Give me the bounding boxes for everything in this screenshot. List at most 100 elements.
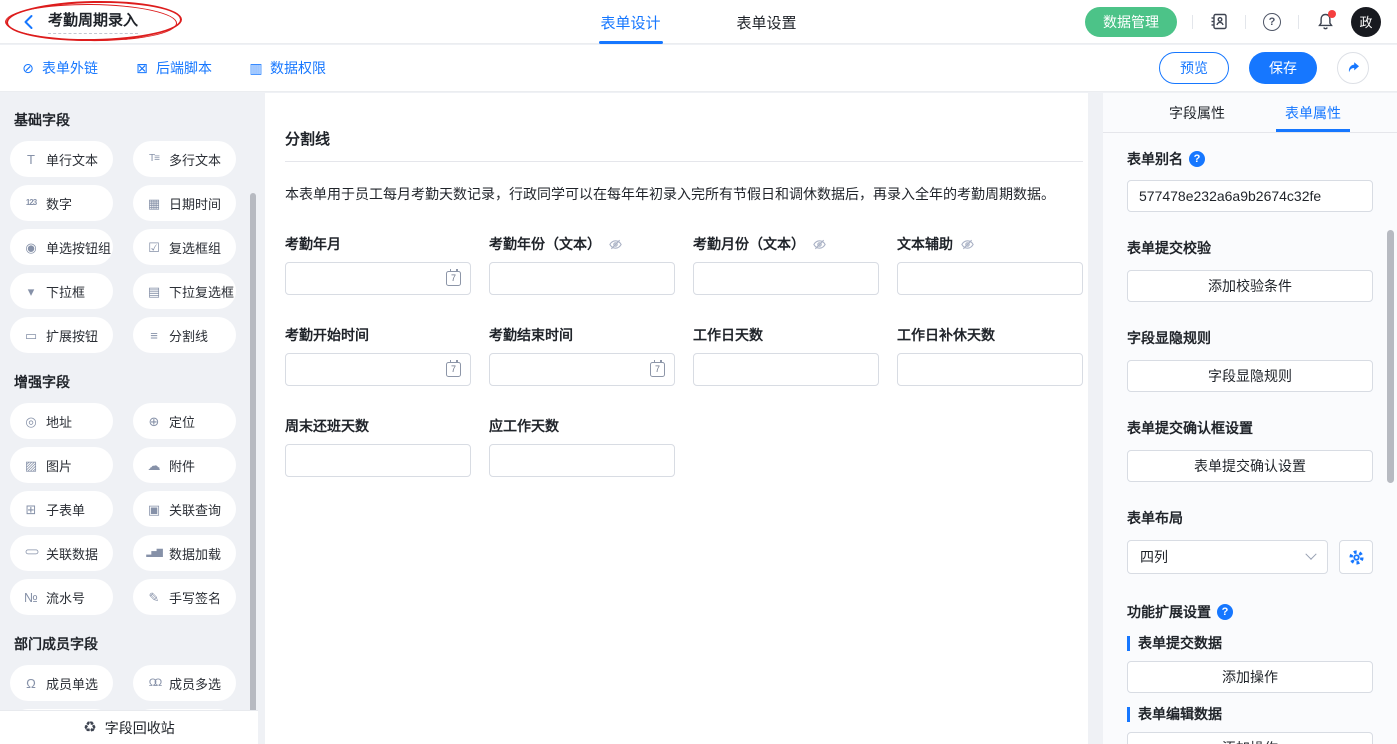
field-recycle-bin-button[interactable]: ♻ 字段回收站 — [0, 710, 258, 744]
notification-bell-icon[interactable] — [1314, 11, 1336, 33]
palette-item-signature[interactable]: ✎ 手写签名 — [133, 579, 236, 615]
palette-item-datetime[interactable]: ▦日期时间 — [133, 185, 236, 221]
ext-group-button-form-submit-data[interactable]: 添加操作 — [1127, 661, 1373, 693]
form-field-text-helper: 文本辅助 — [897, 234, 1083, 295]
toolbar-link-backend-script[interactable]: ⊠后端脚本 — [134, 58, 212, 78]
backend-script-icon: ⊠ — [134, 61, 150, 75]
toolbar-link-data-permission[interactable]: ▥数据权限 — [248, 58, 326, 78]
field-label: 工作日天数 — [693, 325, 763, 345]
secondary-toolbar: ⊘表单外链 ⊠后端脚本 ▥数据权限 预览 保存 — [0, 45, 1397, 92]
field-label-row: 应工作天数 — [489, 416, 675, 436]
extend-button-icon: ▭ — [23, 329, 39, 342]
extension-settings-label: 功能扩展设置 — [1127, 602, 1211, 622]
properties-panel: 字段属性表单属性 表单别名 ? 表单提交校验添加校验条件字段显隐规则字段显隐规则… — [1103, 93, 1397, 744]
member-multi-icon: ΩΩ — [146, 678, 162, 689]
signature-icon: ✎ — [146, 591, 162, 604]
avatar[interactable]: 政 — [1351, 7, 1381, 37]
form-alias-input[interactable] — [1127, 180, 1373, 212]
image-icon: ▨ — [23, 459, 39, 472]
divider-icon: ≡ — [146, 329, 162, 342]
toolbar-link-form-external-link[interactable]: ⊘表单外链 — [20, 58, 98, 78]
palette-item-member-multi[interactable]: ΩΩ成员多选 — [133, 665, 236, 701]
field-input-workday-compensatory-count[interactable] — [897, 353, 1083, 386]
palette-item-dropdown-multi[interactable]: ▤下拉复选框 — [133, 273, 236, 309]
palette-item-subform[interactable]: ⊞子表单 — [10, 491, 113, 527]
field-input-attendance-month-text[interactable] — [693, 262, 879, 295]
save-button[interactable]: 保存 — [1249, 52, 1317, 84]
dropdown-multi-icon: ▤ — [146, 285, 162, 298]
data-manage-button[interactable]: 数据管理 — [1085, 7, 1177, 37]
layout-settings-button[interactable] — [1339, 540, 1373, 574]
notification-dot — [1328, 10, 1336, 18]
palette-item-multi-line-text[interactable]: T≡多行文本 — [133, 141, 236, 177]
panel-button-field-visibility[interactable]: 字段显隐规则 — [1127, 360, 1373, 392]
page-title[interactable]: 考勤周期录入 — [48, 9, 138, 34]
field-input-attendance-end-time[interactable]: 7 — [489, 353, 675, 386]
palette-item-label: 成员单选 — [46, 674, 98, 693]
question-mark: ? — [1263, 13, 1281, 31]
divider — [1192, 15, 1193, 29]
form-field-workday-compensatory-count: 工作日补休天数 — [897, 325, 1083, 386]
contacts-icon[interactable] — [1208, 11, 1230, 33]
form-description[interactable]: 本表单用于员工每月考勤天数记录，行政同学可以在每年年初录入完所有节假日和调休数据… — [285, 184, 1083, 204]
palette-enhanced-fields: ◎地址 ⊕定位 ▨图片 ☁附件 ⊞子表单 ▣关联查询 ⊂⊃关联数据 ▂▅▇数据加载 №流水号 ✎ 手… — [10, 403, 258, 615]
palette-item-relation-data[interactable]: ⊂⊃关联数据 — [10, 535, 113, 571]
tab-form-design[interactable]: 表单设计 — [600, 0, 660, 44]
field-grid: 考勤年月7考勤年份（文本）考勤月份（文本）文本辅助考勤开始时间7考勤结束时间7工… — [285, 234, 1084, 507]
ext-group-button-form-edit-data[interactable]: 添加操作 — [1127, 732, 1373, 744]
section-title-member-fields: 部门成员字段 — [14, 635, 258, 653]
tab-field-props[interactable]: 字段属性 — [1169, 93, 1225, 132]
field-input-expected-workday-count[interactable] — [489, 444, 675, 477]
palette-basic-fields: T单行文本 T≡多行文本 123数字 ▦日期时间 ◉单选按钮组 ☑复选框组 ▾下拉框 ▤下拉复… — [10, 141, 258, 353]
help-icon[interactable]: ? — [1261, 11, 1283, 33]
panel-scrollbar[interactable] — [1387, 230, 1394, 483]
palette-item-single-line-text[interactable]: T单行文本 — [10, 141, 113, 177]
help-question-icon[interactable]: ? — [1189, 151, 1205, 167]
palette-item-extend-button[interactable]: ▭ 扩展按钮 — [10, 317, 113, 353]
palette-item-divider[interactable]: ≡分割线 — [133, 317, 236, 353]
palette-item-serial-number[interactable]: №流水号 — [10, 579, 113, 615]
palette-item-label: 扩展按钮 — [46, 326, 98, 345]
palette-item-dropdown[interactable]: ▾下拉框 — [10, 273, 113, 309]
preview-button[interactable]: 预览 — [1159, 52, 1229, 84]
palette-item-label: 日期时间 — [169, 194, 221, 213]
palette-item-address[interactable]: ◎地址 — [10, 403, 113, 439]
palette-item-attachment[interactable]: ☁附件 — [133, 447, 236, 483]
palette-item-locate[interactable]: ⊕定位 — [133, 403, 236, 439]
tab-form-props[interactable]: 表单属性 — [1285, 93, 1341, 132]
palette-item-image[interactable]: ▨图片 — [10, 447, 113, 483]
panel-section-title-field-visibility: 字段显隐规则 — [1127, 328, 1373, 348]
field-input-attendance-year-month[interactable]: 7 — [285, 262, 471, 295]
palette-item-radio-group[interactable]: ◉单选按钮组 — [10, 229, 113, 265]
field-label-row: 文本辅助 — [897, 234, 1083, 254]
field-input-attendance-start-time[interactable]: 7 — [285, 353, 471, 386]
palette-item-checkbox-group[interactable]: ☑复选框组 — [133, 229, 236, 265]
tab-form-settings[interactable]: 表单设置 — [737, 0, 797, 44]
back-icon[interactable] — [20, 13, 38, 31]
palette-item-relation-query[interactable]: ▣关联查询 — [133, 491, 236, 527]
help-question-icon[interactable]: ? — [1217, 604, 1233, 620]
share-button[interactable] — [1337, 52, 1369, 84]
field-input-text-helper[interactable] — [897, 262, 1083, 295]
toolbar-links: ⊘表单外链 ⊠后端脚本 ▥数据权限 — [0, 58, 326, 78]
hidden-eye-icon — [608, 237, 623, 252]
form-layout-value: 四列 — [1140, 547, 1168, 567]
data-permission-icon: ▥ — [248, 61, 264, 75]
palette-item-member-single[interactable]: Ω成员单选 — [10, 665, 113, 701]
palette-item-label: 手写签名 — [169, 588, 221, 607]
field-input-workday-count[interactable] — [693, 353, 879, 386]
field-label-row: 周末还班天数 — [285, 416, 471, 436]
field-label: 考勤年份（文本） — [489, 234, 601, 254]
panel-button-submit-validation[interactable]: 添加校验条件 — [1127, 270, 1373, 302]
field-input-weekend-makeup-count[interactable] — [285, 444, 471, 477]
panel-button-submit-confirm[interactable]: 表单提交确认设置 — [1127, 450, 1373, 482]
divider-field-title[interactable]: 分割线 — [285, 128, 1084, 149]
field-label-row: 考勤年月 — [285, 234, 471, 254]
divider-field-line — [285, 161, 1083, 162]
form-layout-select[interactable]: 四列 — [1127, 540, 1328, 574]
form-field-weekend-makeup-count: 周末还班天数 — [285, 416, 471, 477]
palette-item-number[interactable]: 123数字 — [10, 185, 113, 221]
palette-item-data-load[interactable]: ▂▅▇数据加载 — [133, 535, 236, 571]
sidebar-scrollbar[interactable] — [250, 193, 256, 744]
field-input-attendance-year-text[interactable] — [489, 262, 675, 295]
